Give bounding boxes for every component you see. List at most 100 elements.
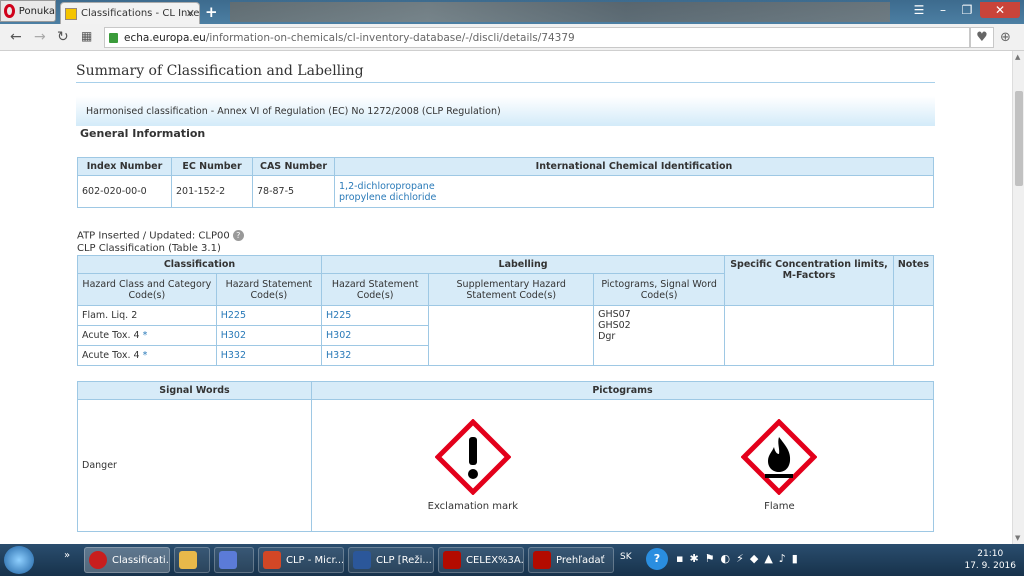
- folder-icon: [179, 551, 197, 569]
- help-question-icon[interactable]: ?: [232, 230, 244, 241]
- chevron-right-icon[interactable]: »: [64, 550, 70, 561]
- maximize-button[interactable]: ❐: [956, 2, 978, 18]
- hazard-class-cell: Acute Tox. 4 *: [77, 325, 217, 346]
- flame-pictogram-icon: [741, 419, 818, 495]
- atp-line: ATP Inserted / Updated: CLP00: [77, 230, 230, 242]
- taskbar-item-powerpoint[interactable]: CLP - Micr...: [258, 547, 344, 573]
- tab-classifications[interactable]: Classifications - CL Invento ✕: [60, 2, 200, 24]
- labelling-hazard-statement-subheader: Hazard Statement Code(s): [321, 273, 430, 306]
- pictogram-item: Flame: [741, 419, 818, 512]
- vertical-scrollbar[interactable]: ▲ ▼: [1012, 51, 1024, 544]
- hazard-statement-link[interactable]: H225: [215, 305, 323, 326]
- specific-limits-header: Specific Concentration limits, M-Factors: [724, 255, 894, 306]
- hazard-statement-link[interactable]: H302: [215, 325, 323, 346]
- cas-number-value: 78-87-5: [252, 175, 335, 208]
- speed-dial-grid-icon[interactable]: ▦: [81, 29, 92, 43]
- browser-titlebar: Ponuka Classifications - CL Invento ✕ + …: [0, 0, 1024, 24]
- clock-time: 21:10: [977, 549, 1004, 559]
- ec-number-value: 201-152-2: [171, 175, 253, 208]
- taskbar-item-explorer[interactable]: [174, 547, 210, 573]
- pictogram-label: Flame: [764, 501, 795, 512]
- opera-menu-button[interactable]: Ponuka: [0, 0, 56, 22]
- opera-menu-label: Ponuka: [18, 5, 55, 17]
- tray-icons[interactable]: ▪✱⚑◐⚡◆▲♪▮: [676, 552, 804, 565]
- table-row: 602-020-00-0 201-152-2 78-87-5 1,2-dichl…: [77, 175, 934, 208]
- windows-taskbar: » Classificati... CLP - Micr... CLP [Rež…: [0, 544, 1024, 576]
- page-content: Summary of Classification and Labelling …: [0, 51, 1012, 544]
- clp-classification-table: Classification Labelling Specific Concen…: [76, 255, 935, 366]
- chemical-names-cell: 1,2-dichloropropane propylene dichloride: [334, 175, 934, 208]
- tab-menu-icon[interactable]: ☰: [908, 2, 930, 18]
- page-title: Summary of Classification and Labelling: [76, 63, 364, 79]
- opera-logo-icon: [4, 4, 15, 18]
- pictograms-subheader: Pictograms, Signal Word Code(s): [593, 273, 726, 306]
- signal-words-header: Signal Words: [77, 381, 312, 400]
- pictogram-code: GHS02: [598, 320, 631, 331]
- col-cas-number: CAS Number: [252, 157, 335, 176]
- scroll-down-arrow-icon[interactable]: ▼: [1015, 534, 1020, 542]
- acrobat-icon: [533, 551, 551, 569]
- notes-header: Notes: [892, 255, 935, 306]
- clock[interactable]: 21:10 17. 9. 2016: [964, 548, 1016, 572]
- labelling-group-header: Labelling: [321, 255, 726, 274]
- hazard-class-cell: Flam. Liq. 2: [77, 305, 217, 326]
- hazard-class-cell: Acute Tox. 4 *: [77, 345, 217, 366]
- help-icon[interactable]: ?: [646, 548, 668, 570]
- taskbar-item-label: CELEX%3A...: [466, 554, 524, 566]
- powerpoint-icon: [263, 551, 281, 569]
- opera-icon: [89, 551, 107, 569]
- general-info-table: Index Number EC Number CAS Number Intern…: [77, 157, 934, 208]
- supplementary-cell: [428, 305, 595, 366]
- taskbar-item-label: Prehľadať: [556, 554, 605, 566]
- close-window-button[interactable]: ✕: [980, 2, 1020, 18]
- bookmark-heart-icon[interactable]: ♥: [970, 27, 994, 48]
- close-tab-icon[interactable]: ✕: [186, 7, 195, 20]
- download-icon[interactable]: ⊕: [1000, 30, 1011, 45]
- hazard-statement-link[interactable]: H332: [215, 345, 323, 366]
- signal-words-table: Signal Words Pictograms Danger Exclamati…: [77, 381, 934, 532]
- col-chemical-identification: International Chemical Identification: [334, 157, 934, 176]
- minimize-button[interactable]: –: [932, 2, 954, 18]
- taskbar-item-pdf[interactable]: CELEX%3A...: [438, 547, 524, 573]
- index-number-value: 602-020-00-0: [77, 175, 172, 208]
- new-tab-button[interactable]: +: [205, 3, 218, 21]
- labelling-hazard-statement-link[interactable]: H225: [321, 305, 430, 326]
- specific-limits-cell: [724, 305, 894, 366]
- chemical-name-link[interactable]: propylene dichloride: [339, 192, 929, 203]
- signal-word-code: Dgr: [598, 331, 616, 342]
- clp-line: CLP Classification (Table 3.1): [77, 242, 221, 254]
- atp-info: ATP Inserted / Updated: CLP00? CLP Class…: [77, 230, 244, 255]
- url-field[interactable]: echa.europa.eu/information-on-chemicals/…: [104, 27, 970, 48]
- forward-arrow-icon[interactable]: →: [34, 29, 46, 45]
- taskbar-item-acrobat[interactable]: Prehľadať: [528, 547, 614, 573]
- labelling-hazard-statement-link[interactable]: H332: [321, 345, 430, 366]
- reload-icon[interactable]: ↻: [57, 29, 69, 45]
- tab-title: Classifications - CL Invento: [81, 8, 200, 19]
- start-button[interactable]: [4, 546, 34, 574]
- note-star[interactable]: *: [143, 330, 148, 341]
- hazard-statement-subheader: Hazard Statement Code(s): [215, 273, 323, 306]
- labelling-hazard-statement-link[interactable]: H302: [321, 325, 430, 346]
- pictogram-item: Exclamation mark: [428, 419, 518, 512]
- pictogram-code: GHS07: [598, 309, 631, 320]
- exclamation-mark-pictogram-icon: [434, 419, 511, 495]
- scroll-up-arrow-icon[interactable]: ▲: [1015, 53, 1020, 61]
- chemical-name-link[interactable]: 1,2-dichloropropane: [339, 181, 929, 192]
- lock-icon: [109, 32, 118, 43]
- taskbar-item-label: CLP - Micr...: [286, 554, 344, 566]
- address-bar-row: ← → ↻ ▦ echa.europa.eu/information-on-ch…: [0, 24, 1024, 51]
- back-arrow-icon[interactable]: ←: [10, 29, 22, 45]
- taskbar-item-opera[interactable]: Classificati...: [84, 547, 170, 573]
- taskbar-item-word[interactable]: CLP [Reži...: [348, 547, 434, 573]
- supplementary-subheader: Supplementary Hazard Statement Code(s): [428, 273, 595, 306]
- col-ec-number: EC Number: [171, 157, 253, 176]
- title-divider: [76, 82, 935, 83]
- language-indicator[interactable]: SK: [620, 552, 632, 562]
- taskbar-item-label: CLP [Reži...: [376, 554, 432, 566]
- media-icon: [219, 551, 237, 569]
- scrollbar-thumb[interactable]: [1015, 91, 1023, 186]
- taskbar-item-media[interactable]: [214, 547, 254, 573]
- note-star[interactable]: *: [143, 350, 148, 361]
- col-index-number: Index Number: [77, 157, 172, 176]
- taskbar-item-label: Classificati...: [112, 554, 170, 566]
